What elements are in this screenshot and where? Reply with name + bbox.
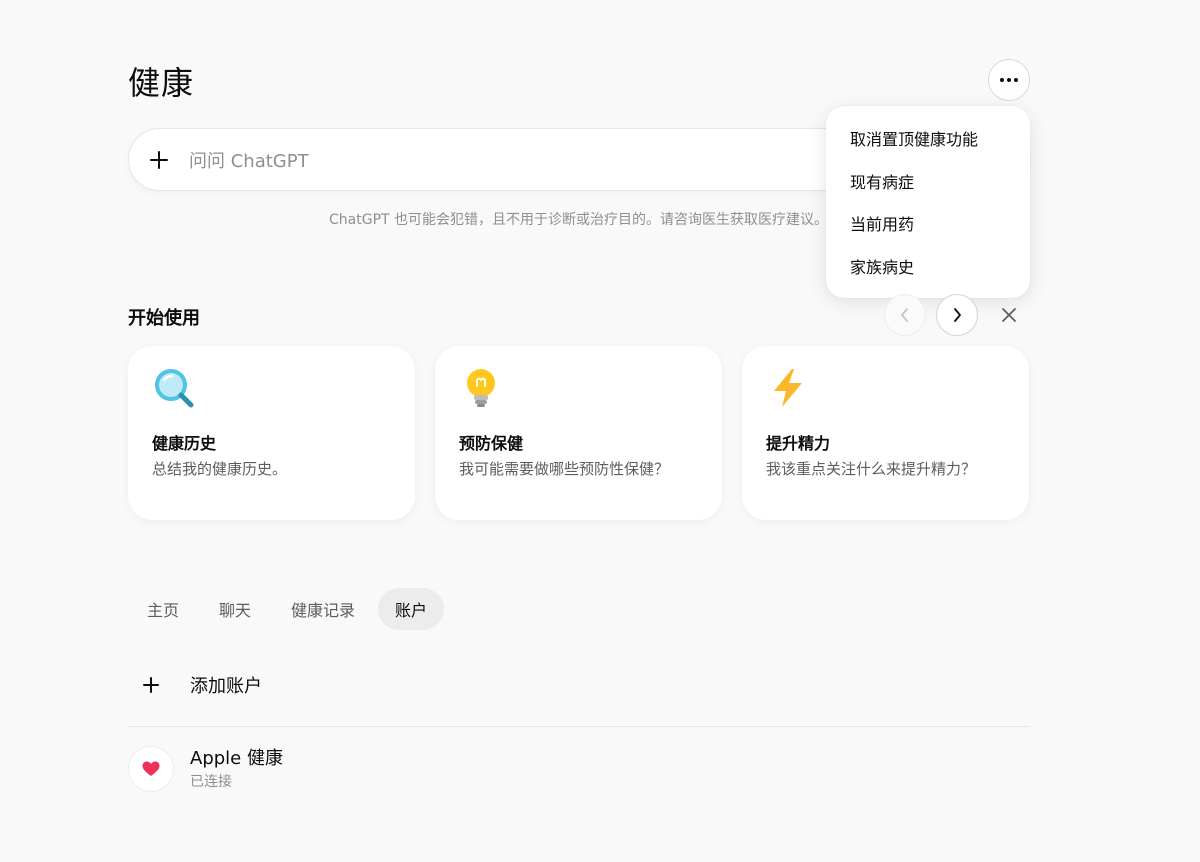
composer-placeholder[interactable]: 问问 ChatGPT (189, 147, 309, 173)
chevron-left-icon (901, 308, 908, 322)
options-menu: 取消置顶健康功能 现有病症 当前用药 家族病史 (826, 106, 1030, 298)
account-status: 已连接 (190, 774, 232, 790)
tab-home[interactable]: 主页 (130, 588, 196, 630)
chevron-right-icon (954, 308, 961, 322)
card-subtitle: 我可能需要做哪些预防性保健？ (459, 460, 670, 478)
card-title: 预防保健 (459, 434, 524, 453)
menu-item-unpin-health[interactable]: 取消置顶健康功能 (826, 117, 1030, 160)
suggestion-cards: 健康历史 总结我的健康历史。 预防保健 我可能需要做哪些预防性保健？ 提升精力 … (128, 346, 1029, 520)
page-title: 健康 (128, 64, 195, 102)
card-subtitle: 总结我的健康历史。 (152, 460, 288, 478)
dismiss-button[interactable] (988, 294, 1030, 336)
card-subtitle: 我该重点关注什么来提升精力？ (766, 460, 977, 478)
section-title: 开始使用 (128, 308, 200, 329)
composer-add-button[interactable] (129, 130, 189, 190)
account-item-apple-health[interactable]: Apple 健康 已连接 (128, 746, 283, 792)
account-name: Apple 健康 (190, 748, 283, 769)
card-health-history[interactable]: 健康历史 总结我的健康历史。 (128, 346, 415, 520)
tab-chat[interactable]: 聊天 (202, 588, 268, 630)
carousel-prev-button[interactable] (884, 294, 926, 336)
lightbulb-icon (467, 369, 495, 407)
card-title: 提升精力 (766, 434, 831, 453)
card-boost-energy[interactable]: 提升精力 我该重点关注什么来提升精力？ (742, 346, 1029, 520)
add-account-label: 添加账户 (190, 676, 262, 697)
card-title: 健康历史 (152, 434, 217, 453)
carousel-next-button[interactable] (936, 294, 978, 336)
account-avatar (128, 746, 174, 792)
heart-icon (142, 761, 160, 776)
menu-item-family-history[interactable]: 家族病史 (826, 245, 1030, 288)
menu-item-conditions[interactable]: 现有病症 (826, 160, 1030, 203)
lightning-icon (774, 369, 802, 407)
plus-icon (150, 150, 168, 169)
add-account-button[interactable]: 添加账户 (128, 662, 262, 708)
tab-health-records[interactable]: 健康记录 (274, 588, 372, 630)
divider (128, 726, 1030, 727)
menu-item-medications[interactable]: 当前用药 (826, 202, 1030, 245)
plus-icon (143, 677, 159, 693)
tab-bar: 主页 聊天 健康记录 账户 (130, 588, 445, 630)
ellipsis-icon (1000, 78, 1018, 82)
card-preventive-care[interactable]: 预防保健 我可能需要做哪些预防性保健？ (435, 346, 722, 520)
more-options-button[interactable] (988, 59, 1030, 101)
magnifier-icon (155, 369, 194, 408)
close-icon (1002, 308, 1016, 322)
disclaimer-text: ChatGPT 也可能会犯错，且不用于诊断或治疗目的。请咨询医生获取医疗建议。 (329, 212, 829, 228)
tab-account[interactable]: 账户 (378, 588, 445, 630)
add-account-icon-wrap (128, 662, 174, 708)
